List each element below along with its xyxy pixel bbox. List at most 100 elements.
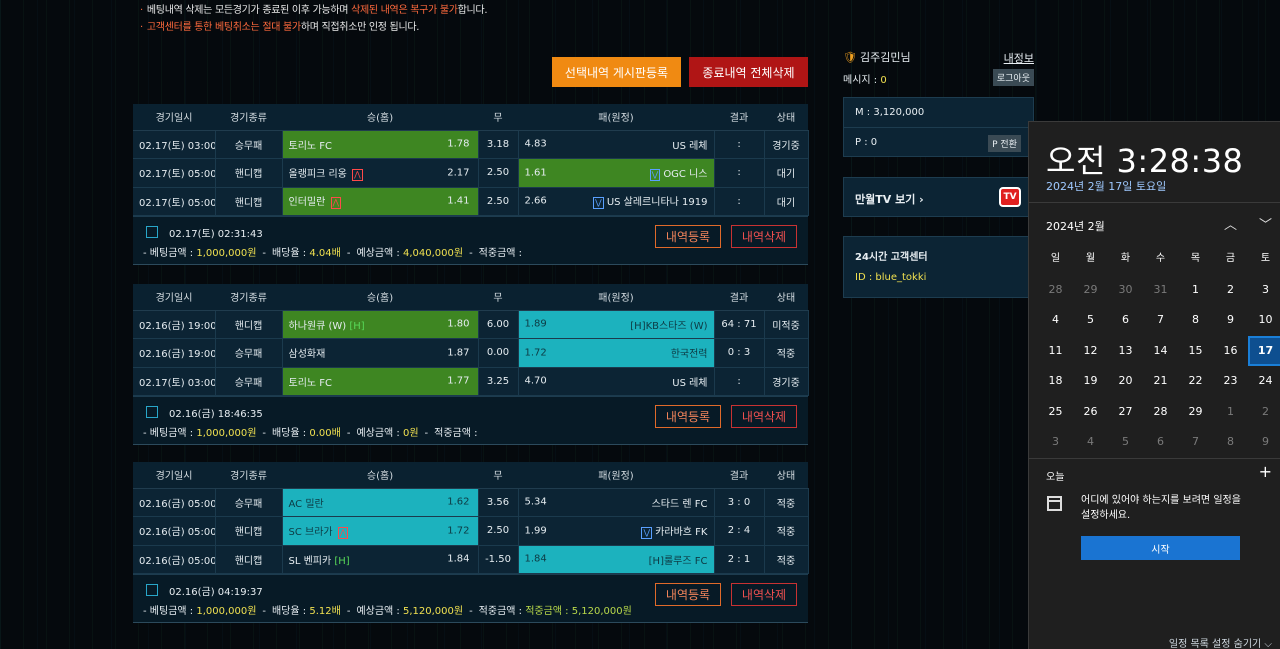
chevron-up-icon[interactable]: ︿ — [1224, 214, 1237, 233]
calendar-day[interactable]: 3 — [1038, 427, 1073, 458]
delete-finished-button[interactable]: 종료내역 전체삭제 — [689, 57, 808, 87]
away-team-cell[interactable]: 1.89 [H]KB스타즈 (W) — [518, 310, 715, 339]
calendar-day[interactable]: 31 — [1143, 275, 1178, 306]
draw-odds[interactable]: -1.50 — [478, 545, 519, 574]
calendar-day[interactable]: 1 — [1213, 397, 1248, 428]
column-header: 상태 — [764, 284, 808, 311]
calendar-day[interactable]: 23 — [1213, 366, 1248, 397]
away-team-cell[interactable]: 1.99 ⋁ 카라바흐 FK — [518, 516, 715, 546]
calendar-day[interactable]: 8 — [1178, 305, 1213, 336]
select-checkbox[interactable] — [146, 406, 158, 418]
home-team-cell[interactable]: AC 밀란 1.62 — [282, 488, 479, 517]
calendar-day[interactable]: 20 — [1108, 366, 1143, 397]
calendar-day[interactable]: 21 — [1143, 366, 1178, 397]
delete-button[interactable]: 내역삭제 — [731, 583, 797, 606]
calendar-day[interactable]: 25 — [1038, 397, 1073, 428]
home-team-cell[interactable]: 올랭피크 리옹 ⋀ 2.17 — [282, 158, 479, 188]
calendar-day[interactable]: 18 — [1038, 366, 1073, 397]
home-team-cell[interactable]: 토리노 FC 1.78 — [282, 130, 479, 159]
start-button[interactable]: 시작 — [1081, 536, 1240, 560]
calendar-day[interactable]: 30 — [1108, 275, 1143, 306]
delete-button[interactable]: 내역삭제 — [731, 405, 797, 428]
calendar-day[interactable]: 13 — [1108, 336, 1143, 367]
calendar-day[interactable]: 7 — [1178, 427, 1213, 458]
chevron-down-icon[interactable]: ﹀ — [1259, 214, 1272, 233]
board-register-button[interactable]: 선택내역 게시판등록 — [552, 57, 681, 87]
calendar-day[interactable]: 24 — [1248, 366, 1280, 397]
add-event-icon[interactable]: + — [1259, 462, 1272, 481]
calendar-day[interactable]: 4 — [1038, 305, 1073, 336]
away-team-cell[interactable]: 1.72 한국전력 — [518, 338, 715, 368]
calendar-day[interactable]: 6 — [1143, 427, 1178, 458]
away-team-cell[interactable]: 5.34 스타드 렌 FC — [518, 488, 715, 517]
column-header: 패(원정) — [518, 462, 714, 489]
calendar-day[interactable]: 22 — [1178, 366, 1213, 397]
away-team-cell[interactable]: 4.70 US 레체 — [518, 367, 715, 396]
away-odds: 1.72 — [524, 347, 547, 359]
draw-odds[interactable]: 2.50 — [478, 187, 519, 216]
draw-odds[interactable]: 3.25 — [478, 367, 519, 396]
match-time: 02.16(금) 05:00 — [133, 516, 216, 546]
calendar-day[interactable]: 5 — [1073, 305, 1108, 336]
draw-odds[interactable]: 6.00 — [478, 310, 519, 339]
register-button[interactable]: 내역등록 — [655, 583, 721, 606]
draw-odds[interactable]: 2.50 — [478, 516, 519, 546]
calendar-day[interactable]: 14 — [1143, 336, 1178, 367]
clock-date[interactable]: 2024년 2월 17일 토요일 — [1046, 178, 1166, 194]
calendar-day[interactable]: 4 — [1073, 427, 1108, 458]
calendar-day[interactable]: 11 — [1038, 336, 1073, 367]
home-team-cell[interactable]: SL 벤피카 [H] 1.84 — [282, 545, 479, 574]
calendar-day[interactable]: 16 — [1213, 336, 1248, 367]
calendar-day[interactable]: 10 — [1248, 305, 1280, 336]
calendar-day[interactable]: 29 — [1073, 275, 1108, 306]
calendar-day[interactable]: 17 — [1248, 335, 1280, 366]
calendar-day[interactable]: 15 — [1178, 336, 1213, 367]
register-button[interactable]: 내역등록 — [655, 225, 721, 248]
calendar-day[interactable]: 1 — [1178, 275, 1213, 306]
calendar-day[interactable]: 19 — [1073, 366, 1108, 397]
delete-button[interactable]: 내역삭제 — [731, 225, 797, 248]
tv-link[interactable]: 만월TV 보기 › — [855, 191, 924, 207]
away-team-cell[interactable]: 4.83 US 레체 — [518, 130, 715, 159]
notice-text: 합니다. — [457, 5, 488, 16]
calendar-day[interactable]: 26 — [1073, 397, 1108, 428]
draw-odds[interactable]: 3.18 — [478, 130, 519, 159]
select-checkbox[interactable] — [146, 584, 158, 596]
logout-button[interactable]: 로그아웃 — [992, 69, 1034, 86]
calendar-day[interactable]: 2 — [1248, 397, 1280, 428]
calendar-month[interactable]: 2024년 2월 — [1046, 218, 1105, 234]
calendar-day[interactable]: 12 — [1073, 336, 1108, 367]
away-team-cell[interactable]: 1.61 ⋁ OGC 니스 — [518, 158, 715, 188]
register-button[interactable]: 내역등록 — [655, 405, 721, 428]
calendar-day[interactable]: 28 — [1038, 275, 1073, 306]
home-team-cell[interactable]: SC 브라가 ⋀ 1.72 — [282, 516, 479, 546]
hide-agenda-link[interactable]: 일정 목록 설정 숨기기 ⌵ — [1169, 635, 1272, 649]
calendar-day[interactable]: 8 — [1213, 427, 1248, 458]
myinfo-link[interactable]: 내정보 — [1004, 50, 1034, 66]
away-team-cell[interactable]: 2.66 ⋁ US 살레르니타나 1919 — [518, 187, 715, 216]
calendar-day[interactable]: 27 — [1108, 397, 1143, 428]
home-team-cell[interactable]: 하나원큐 (W) [H] 1.80 — [282, 310, 479, 339]
calendar-day[interactable]: 28 — [1143, 397, 1178, 428]
calendar-day[interactable]: 3 — [1248, 275, 1280, 306]
calendar-day[interactable]: 9 — [1248, 427, 1280, 458]
away-team-cell[interactable]: 1.84 [H]룰루즈 FC — [518, 545, 715, 574]
home-team-cell[interactable]: 삼성화재 1.87 — [282, 338, 479, 368]
home-team-cell[interactable]: 인터밀란 ⋀ 1.41 — [282, 187, 479, 216]
calendar-day[interactable]: 9 — [1213, 305, 1248, 336]
calendar-day[interactable]: 6 — [1108, 305, 1143, 336]
calendar-day[interactable]: 7 — [1143, 305, 1178, 336]
draw-odds[interactable]: 0.00 — [478, 338, 519, 368]
home-team-cell[interactable]: 토리노 FC 1.77 — [282, 367, 479, 396]
calendar-day[interactable]: 29 — [1178, 397, 1213, 428]
match-status: 대기 — [764, 187, 809, 216]
point-convert-button[interactable]: P 전환 — [988, 135, 1021, 152]
draw-odds[interactable]: 2.50 — [478, 158, 519, 188]
message-count[interactable]: 메시지 : 0 — [843, 71, 887, 86]
calendar-day[interactable]: 2 — [1213, 275, 1248, 306]
tv-panel[interactable]: 만월TV 보기 › TV — [843, 177, 1034, 217]
calendar-day[interactable]: 5 — [1108, 427, 1143, 458]
select-checkbox[interactable] — [146, 226, 158, 238]
draw-odds[interactable]: 3.56 — [478, 488, 519, 517]
user-panel: 🛡 김주김민님 내정보 메시지 : 0 로그아웃 — [843, 49, 1034, 86]
